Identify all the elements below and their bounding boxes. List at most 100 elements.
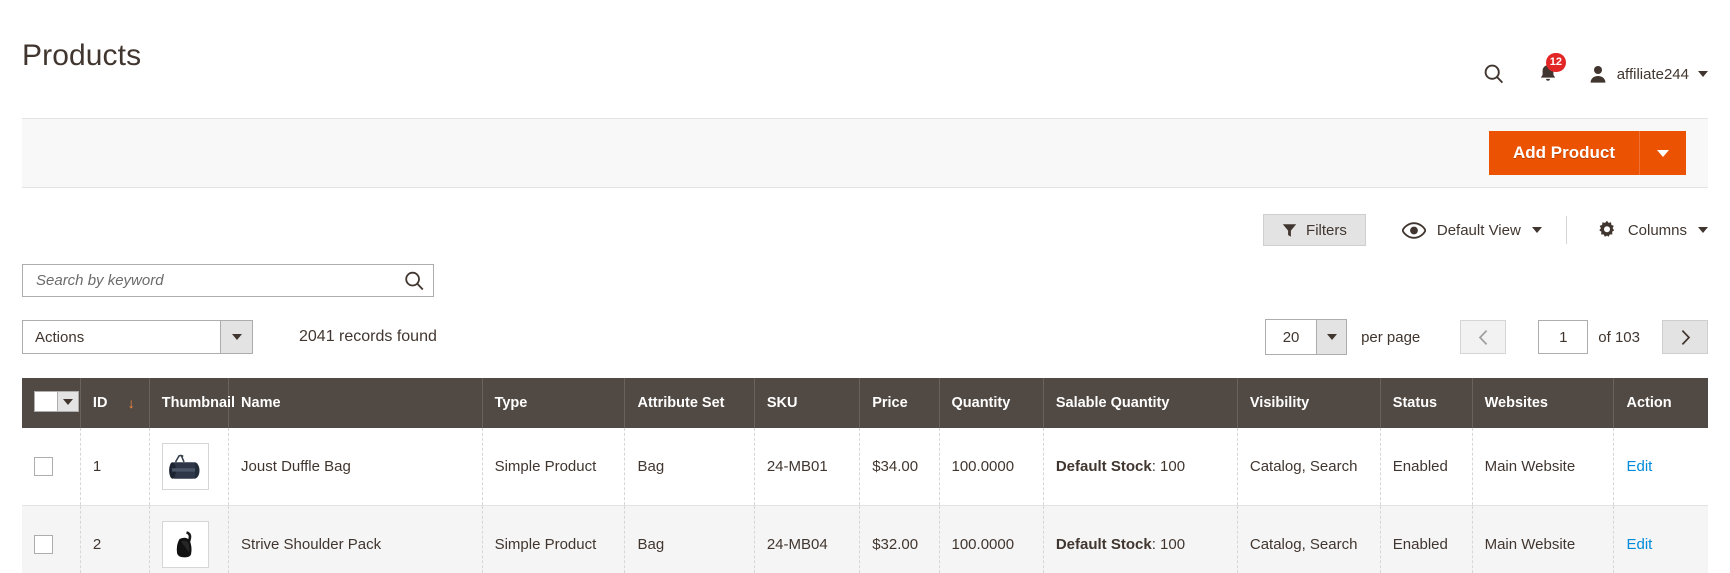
columns-selector[interactable]: Columns: [1567, 220, 1708, 240]
cell-type: Simple Product: [482, 428, 626, 506]
cell-action: Edit: [1613, 428, 1708, 506]
cell-name: Strive Shoulder Pack: [228, 505, 483, 573]
edit-product-link[interactable]: Edit: [1626, 536, 1652, 553]
chevron-left-icon: [1478, 329, 1487, 345]
actions-and-pager-row: Actions 2041 records found 20 per page o…: [22, 319, 1708, 355]
column-header-salable-quantity[interactable]: Salable Quantity: [1043, 378, 1238, 428]
records-found-label: 2041 records found: [299, 328, 437, 345]
select-all-checkbox[interactable]: [35, 392, 57, 411]
table-header: ID ↓ Thumbnail Name Type Attribute Set S…: [22, 378, 1708, 428]
cell-websites: Main Website: [1472, 505, 1615, 573]
gear-icon: [1599, 220, 1615, 237]
row-checkbox[interactable]: [34, 535, 53, 554]
select-all-checkbox-dropdown[interactable]: [34, 391, 79, 412]
column-header-sku[interactable]: SKU: [754, 378, 861, 428]
user-menu[interactable]: affiliate244: [1588, 64, 1708, 84]
cell-sku: 24-MB01: [754, 428, 861, 506]
cell-price: $34.00: [859, 428, 940, 506]
column-header-id[interactable]: ID ↓: [80, 378, 150, 428]
mass-actions-label: Actions: [35, 328, 85, 346]
products-table-wrapper: ID ↓ Thumbnail Name Type Attribute Set S…: [22, 378, 1708, 573]
cell-websites: Main Website: [1472, 428, 1615, 506]
row-select-cell: [22, 505, 81, 573]
edit-product-link[interactable]: Edit: [1626, 458, 1652, 475]
table-row: 2 Strive Shoulder Pack Simple Product Ba…: [22, 505, 1708, 573]
cell-visibility: Catalog, Search: [1237, 505, 1381, 573]
filters-button[interactable]: Filters: [1263, 214, 1366, 246]
mass-actions-select[interactable]: Actions: [22, 320, 253, 354]
per-page-value: 20: [1282, 328, 1300, 346]
duffle-bag-image: [169, 454, 200, 479]
shoulder-pack-thumbnail: [161, 521, 209, 568]
products-grid-page: Products 12 affiliate244 Add Product Fil…: [0, 0, 1730, 573]
eye-icon: [1401, 221, 1426, 239]
notifications-badge: 12: [1545, 53, 1566, 72]
table-header-row: ID ↓ Thumbnail Name Type Attribute Set S…: [22, 378, 1708, 428]
funnel-icon: [1282, 223, 1297, 237]
column-header-id-label: ID: [92, 395, 108, 411]
salable-stock-value: : 100: [1151, 458, 1186, 475]
cell-salable-quantity: Default Stock: 100: [1043, 505, 1238, 573]
search-row: [22, 264, 1708, 297]
search-submit-button[interactable]: [403, 269, 426, 292]
cell-name: Joust Duffle Bag: [228, 428, 483, 506]
header-actions: 12 affiliate244: [1480, 53, 1708, 118]
mass-actions-dropdown-toggle[interactable]: [220, 321, 252, 353]
shoulder-pack-image: [177, 530, 192, 557]
user-menu-label: affiliate244: [1616, 65, 1689, 83]
cell-thumbnail: [149, 505, 230, 573]
search-input[interactable]: [23, 265, 433, 296]
column-header-action: Action: [1613, 378, 1708, 428]
chevron-right-icon: [1681, 329, 1690, 345]
default-view-selector[interactable]: Default View: [1366, 222, 1566, 239]
grid-controls: Filters Default View Columns: [22, 188, 1708, 246]
per-page-dropdown-toggle[interactable]: [1316, 320, 1347, 354]
add-product-button[interactable]: Add Product: [1489, 131, 1639, 175]
column-header-status[interactable]: Status: [1380, 378, 1473, 428]
total-pages-label: of 103: [1598, 328, 1640, 346]
next-page-button[interactable]: [1662, 320, 1708, 354]
user-avatar-icon: [1590, 66, 1606, 83]
column-header-select-all: [22, 378, 81, 428]
cell-thumbnail: [149, 428, 230, 506]
page-header: Products 12 affiliate244: [0, 0, 1730, 118]
search-icon: [1484, 64, 1503, 84]
column-header-price[interactable]: Price: [859, 378, 940, 428]
cell-id: 1: [80, 428, 150, 506]
chevron-down-icon: [1657, 149, 1669, 157]
salable-stock-label: Default Stock: [1055, 458, 1152, 475]
cell-status: Enabled: [1380, 505, 1473, 573]
table-row: 1 Joust Duffle Bag Simple Product Bag 24…: [22, 428, 1708, 506]
columns-label: Columns: [1627, 221, 1687, 239]
salable-stock-value: : 100: [1151, 536, 1186, 553]
chevron-down-icon: [231, 334, 242, 340]
column-header-quantity[interactable]: Quantity: [939, 378, 1044, 428]
chevron-down-icon: [63, 398, 73, 405]
global-search-button[interactable]: [1480, 60, 1508, 88]
notifications-button[interactable]: 12: [1534, 53, 1566, 88]
cell-salable-quantity: Default Stock: 100: [1043, 428, 1238, 506]
previous-page-button[interactable]: [1460, 320, 1507, 354]
column-header-websites[interactable]: Websites: [1472, 378, 1615, 428]
cell-action: Edit: [1613, 505, 1708, 573]
row-select-cell: [22, 428, 81, 506]
add-product-dropdown-toggle[interactable]: [1639, 131, 1686, 175]
cell-sku: 24-MB04: [754, 505, 861, 573]
column-header-thumbnail[interactable]: Thumbnail: [149, 378, 235, 428]
salable-stock-label: Default Stock: [1055, 536, 1152, 553]
table-body: 1 Joust Duffle Bag Simple Product Bag 24…: [22, 428, 1708, 573]
duffle-bag-thumbnail: [161, 443, 209, 490]
column-header-attribute-set[interactable]: Attribute Set: [624, 378, 755, 428]
page-title: Products: [22, 38, 142, 72]
current-page-input[interactable]: [1538, 320, 1589, 354]
cell-type: Simple Product: [482, 505, 626, 573]
per-page-select[interactable]: 20: [1265, 319, 1348, 355]
select-all-dropdown-toggle[interactable]: [57, 392, 78, 411]
products-table: ID ↓ Thumbnail Name Type Attribute Set S…: [22, 378, 1708, 573]
column-header-name[interactable]: Name: [228, 378, 483, 428]
pagination-controls: 20 per page of 103: [1265, 319, 1708, 355]
column-header-type[interactable]: Type: [482, 378, 626, 428]
column-header-visibility[interactable]: Visibility: [1237, 378, 1381, 428]
cell-id: 2: [80, 505, 150, 573]
row-checkbox[interactable]: [34, 457, 53, 476]
